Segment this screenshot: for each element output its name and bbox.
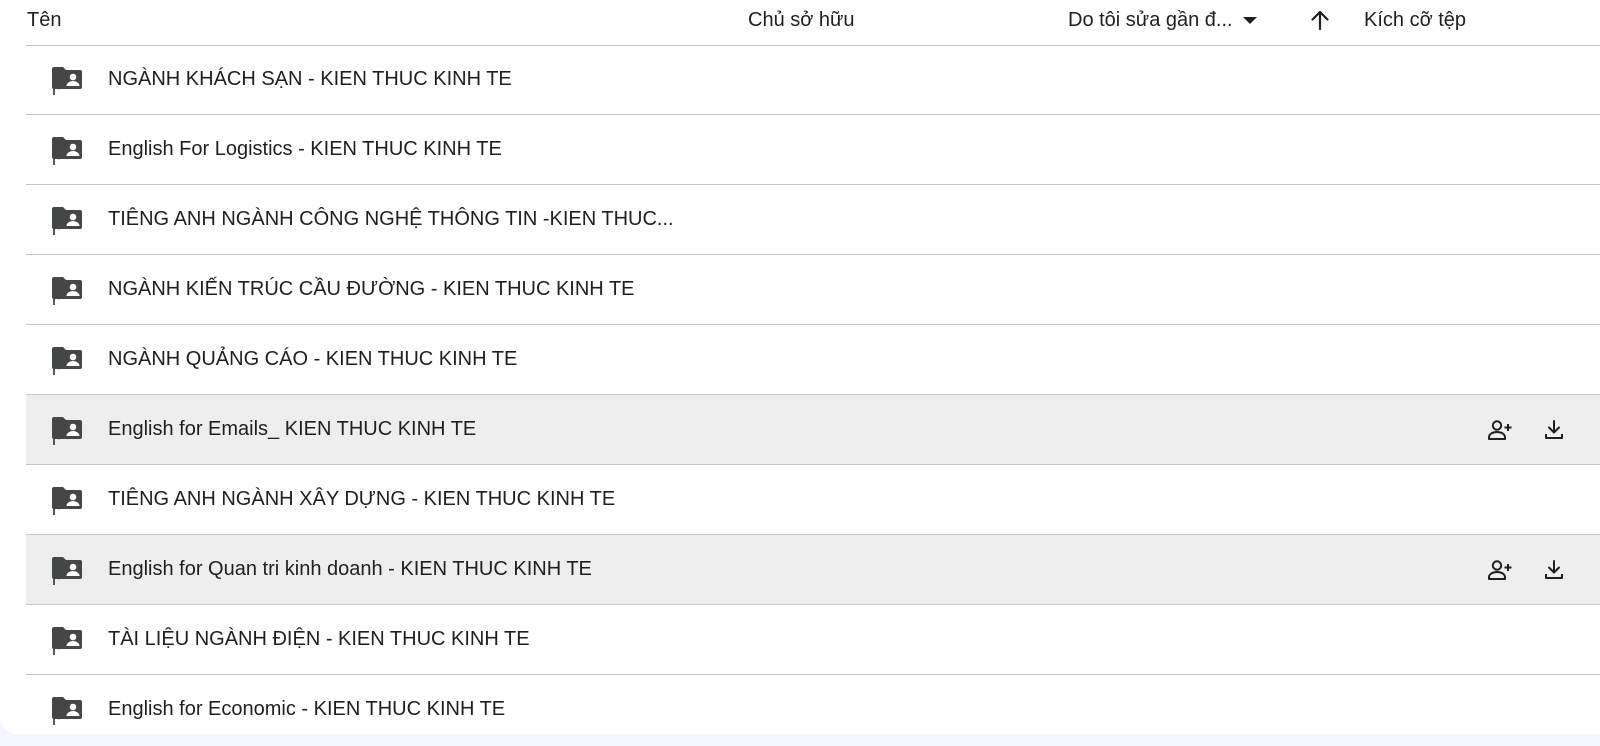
arrow-up-icon — [1311, 10, 1329, 31]
download-icon — [1545, 420, 1563, 439]
file-list: NGÀNH KHÁCH SẠN - KIEN THUC KINH TE Engl… — [26, 45, 1600, 734]
file-name: TÀI LIỆU NGÀNH ĐIỆN - KIEN THUC KINH TE — [108, 628, 530, 650]
file-name: English for Emails_ KIEN THUC KINH TE — [108, 418, 477, 440]
sort-direction-button[interactable] — [1306, 6, 1334, 34]
file-name: TIÊNG ANH NGÀNH CÔNG NGHỆ THÔNG TIN -KIE… — [108, 208, 674, 230]
shared-folder-icon — [50, 413, 84, 447]
file-name: English for Economic - KIEN THUC KINH TE — [108, 698, 506, 720]
add-person-icon — [1488, 420, 1512, 440]
file-name: NGÀNH KHÁCH SẠN - KIEN THUC KINH TE — [108, 68, 512, 90]
shared-folder-icon — [50, 63, 84, 97]
file-row[interactable]: English For Logistics - KIEN THUC KINH T… — [26, 115, 1600, 185]
file-row[interactable]: English for Emails_ KIEN THUC KINH TE — [26, 395, 1600, 465]
file-name: NGÀNH QUẢNG CÁO - KIEN THUC KINH TE — [108, 348, 518, 370]
file-name: TIÊNG ANH NGÀNH XÂY DỰNG - KIEN THUC KIN… — [108, 488, 616, 510]
column-header-modified[interactable]: Do tôi sửa gần đ... — [1068, 4, 1257, 36]
file-row[interactable]: TIÊNG ANH NGÀNH CÔNG NGHỆ THÔNG TIN -KIE… — [26, 185, 1600, 255]
shared-folder-icon — [50, 133, 84, 167]
file-list-header: Tên Chủ sở hữu Do tôi sửa gần đ... Kích … — [26, 0, 1600, 46]
download-button[interactable] — [1540, 417, 1568, 443]
download-button[interactable] — [1540, 557, 1568, 583]
shared-folder-icon — [50, 203, 84, 237]
file-row[interactable]: NGÀNH QUẢNG CÁO - KIEN THUC KINH TE — [26, 325, 1600, 395]
file-list-panel: Tên Chủ sở hữu Do tôi sửa gần đ... Kích … — [0, 0, 1600, 734]
file-row[interactable]: English for Quan tri kinh doanh - KIEN T… — [26, 535, 1600, 605]
file-name: English For Logistics - KIEN THUC KINH T… — [108, 138, 502, 160]
download-icon — [1545, 560, 1563, 579]
add-person-icon — [1488, 560, 1512, 580]
caret-down-icon — [1242, 16, 1257, 24]
shared-folder-icon — [50, 273, 84, 307]
column-header-name[interactable]: Tên — [27, 4, 61, 36]
file-row[interactable]: NGÀNH KHÁCH SẠN - KIEN THUC KINH TE — [26, 45, 1600, 115]
column-header-owner[interactable]: Chủ sở hữu — [748, 4, 855, 36]
column-header-modified-label: Do tôi sửa gần đ... — [1068, 9, 1233, 31]
column-header-size[interactable]: Kích cỡ tệp — [1364, 4, 1466, 36]
file-row[interactable]: TÀI LIỆU NGÀNH ĐIỆN - KIEN THUC KINH TE — [26, 605, 1600, 675]
shared-folder-icon — [50, 553, 84, 587]
file-name: English for Quan tri kinh doanh - KIEN T… — [108, 558, 592, 580]
shared-folder-icon — [50, 623, 84, 657]
file-row[interactable]: English for Economic - KIEN THUC KINH TE — [26, 675, 1600, 734]
shared-folder-icon — [50, 343, 84, 377]
share-button[interactable] — [1486, 417, 1514, 443]
share-button[interactable] — [1486, 557, 1514, 583]
shared-folder-icon — [50, 483, 84, 517]
file-row[interactable]: TIÊNG ANH NGÀNH XÂY DỰNG - KIEN THUC KIN… — [26, 465, 1600, 535]
shared-folder-icon — [50, 693, 84, 727]
file-name: NGÀNH KIẾN TRÚC CẦU ĐƯỜNG - KIEN THUC KI… — [108, 278, 635, 300]
file-row[interactable]: NGÀNH KIẾN TRÚC CẦU ĐƯỜNG - KIEN THUC KI… — [26, 255, 1600, 325]
